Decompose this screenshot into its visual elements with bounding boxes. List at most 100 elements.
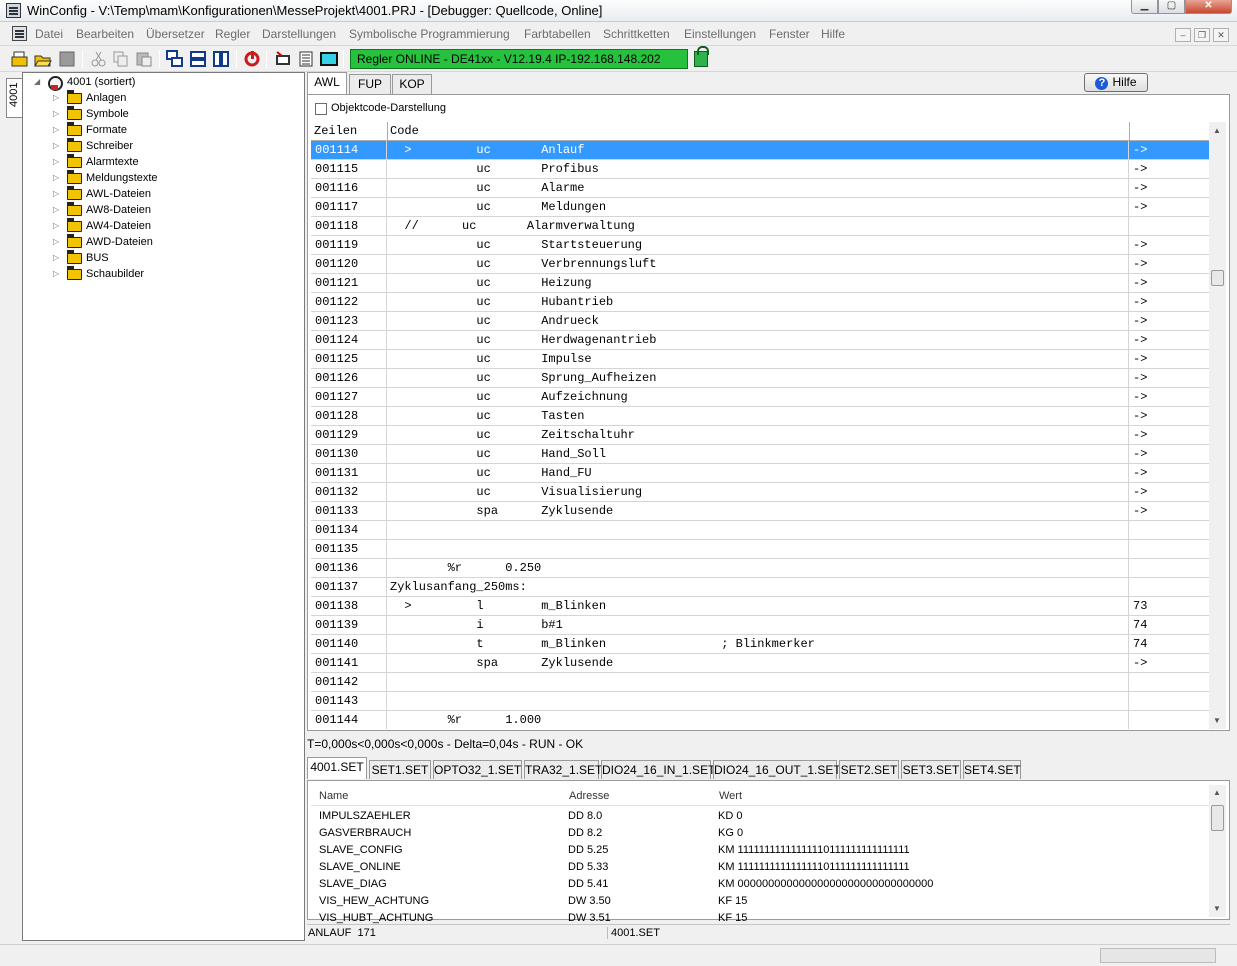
tab-awl[interactable]: AWL	[307, 72, 347, 94]
code-row[interactable]: 001126 uc Sprung_Aufheizen ->	[311, 369, 1209, 388]
expand-arrow-icon[interactable]: ▷	[53, 157, 61, 167]
code-row[interactable]: 001134	[311, 521, 1209, 540]
tab-fup[interactable]: FUP	[349, 74, 391, 94]
expand-arrow-icon[interactable]: ▷	[53, 189, 61, 199]
code-row[interactable]: 001139 i b#1 74	[311, 616, 1209, 635]
tree-item-schreiber[interactable]: ▷ Schreiber	[23, 138, 223, 155]
set-tab-4001-set[interactable]: 4001.SET	[307, 757, 367, 779]
tree-item-aw4-dateien[interactable]: ▷ AW4-Dateien	[23, 218, 223, 235]
code-row[interactable]: 001119 uc Startsteuerung ->	[311, 236, 1209, 255]
tree-item-aw8-dateien[interactable]: ▷ AW8-Dateien	[23, 202, 223, 219]
code-row[interactable]: 001130 uc Hand_Soll ->	[311, 445, 1209, 464]
code-row[interactable]: 001142	[311, 673, 1209, 692]
menu-hilfe[interactable]: Hilfe	[821, 27, 845, 41]
column-header-value[interactable]: Wert	[719, 790, 742, 802]
code-row[interactable]: 001125 uc Impulse ->	[311, 350, 1209, 369]
code-row[interactable]: 001117 uc Meldungen ->	[311, 198, 1209, 217]
set-tab-tra32-1-set[interactable]: TRA32_1.SET	[524, 760, 602, 779]
tile-vertical-icon[interactable]	[212, 50, 230, 68]
expand-arrow-icon[interactable]: ▷	[53, 173, 61, 183]
maximize-button[interactable]: ▢	[1158, 0, 1185, 14]
code-row[interactable]: 001128 uc Tasten ->	[311, 407, 1209, 426]
expand-arrow-icon[interactable]: ▷	[53, 269, 61, 279]
code-row[interactable]: 001121 uc Heizung ->	[311, 274, 1209, 293]
lock-icon[interactable]	[694, 46, 709, 67]
code-row[interactable]: 001129 uc Zeitschaltuhr ->	[311, 426, 1209, 445]
code-row[interactable]: 001132 uc Visualisierung ->	[311, 483, 1209, 502]
tree-item-awl-dateien[interactable]: ▷ AWL-Dateien	[23, 186, 223, 203]
scroll-up-icon[interactable]: ▲	[1213, 788, 1221, 797]
set-table-row[interactable]: IMPULSZAEHLER DD 8.0 KD 0	[319, 810, 1199, 827]
code-row[interactable]: 001124 uc Herdwagenantrieb ->	[311, 331, 1209, 350]
tree-item-schaubilder[interactable]: ▷ Schaubilder	[23, 266, 223, 283]
sidebar-tab-4001[interactable]: 4001	[6, 78, 23, 118]
monitor-icon[interactable]	[274, 50, 292, 68]
tab-kop[interactable]: KOP	[392, 74, 432, 94]
code-row[interactable]: 001135	[311, 540, 1209, 559]
expand-arrow-icon[interactable]: ▷	[53, 93, 61, 103]
scroll-down-icon[interactable]: ▼	[1213, 904, 1221, 913]
code-row[interactable]: 001133 spa Zyklusende ->	[311, 502, 1209, 521]
expand-arrow-icon[interactable]: ▷	[53, 237, 61, 247]
menu-uebersetzer[interactable]: Übersetzer	[146, 27, 205, 41]
copy-icon[interactable]	[112, 50, 130, 68]
list-icon[interactable]	[297, 50, 315, 68]
mdi-minimize-button[interactable]: –	[1175, 28, 1191, 42]
set-tab-set1-set[interactable]: SET1.SET	[369, 760, 431, 779]
code-scrollbar[interactable]: ▲ ▼	[1209, 122, 1226, 729]
set-tab-set2-set[interactable]: SET2.SET	[839, 760, 899, 779]
mdi-close-button[interactable]: ✕	[1213, 28, 1229, 42]
set-table-row[interactable]: SLAVE_CONFIG DD 5.25 KM 111111111111111101…	[319, 844, 1199, 861]
menu-farbtabellen[interactable]: Farbtabellen	[524, 27, 591, 41]
refresh-icon[interactable]	[243, 50, 261, 68]
collapse-arrow-icon[interactable]: ◢	[34, 77, 42, 87]
code-row[interactable]: 001140 t m_Blinken ; Blinkmerker 74	[311, 635, 1209, 654]
set-tab-dio24-16-out-1-set[interactable]: DIO24_16_OUT_1.SET	[713, 760, 841, 779]
scroll-down-icon[interactable]: ▼	[1213, 716, 1221, 725]
save-icon[interactable]	[58, 50, 76, 68]
document-menu-icon[interactable]	[12, 26, 27, 41]
app-icon[interactable]	[6, 3, 21, 18]
column-header-extra[interactable]	[1130, 122, 1209, 141]
menu-regler[interactable]: Regler	[215, 27, 250, 41]
tree-item-bus[interactable]: ▷ BUS	[23, 250, 223, 267]
paste-icon[interactable]	[135, 50, 153, 68]
expand-arrow-icon[interactable]: ▷	[53, 141, 61, 151]
menu-bearbeiten[interactable]: Bearbeiten	[76, 27, 134, 41]
code-row[interactable]: 001120 uc Verbrennungsluft ->	[311, 255, 1209, 274]
expand-arrow-icon[interactable]: ▷	[53, 205, 61, 215]
set-table-row[interactable]: GASVERBRAUCH DD 8.2 KG 0	[319, 827, 1199, 844]
expand-arrow-icon[interactable]: ▷	[53, 221, 61, 231]
tree-item-formate[interactable]: ▷ Formate	[23, 122, 223, 139]
code-row[interactable]: 001136 %r 0.250	[311, 559, 1209, 578]
menu-darstellungen[interactable]: Darstellungen	[262, 27, 336, 41]
code-row[interactable]: 001137 Zyklusanfang_250ms:	[311, 578, 1209, 597]
code-row[interactable]: 001131 uc Hand_FU ->	[311, 464, 1209, 483]
cut-icon[interactable]	[90, 50, 108, 68]
close-button[interactable]: ✕	[1185, 0, 1232, 14]
code-row[interactable]: 001115 uc Profibus ->	[311, 160, 1209, 179]
menu-einstellungen[interactable]: Einstellungen	[684, 27, 756, 41]
new-project-icon[interactable]	[11, 50, 29, 68]
set-table-row[interactable]: SLAVE_DIAG DD 5.41 KM 00000000000000000000…	[319, 878, 1199, 895]
tree-root[interactable]: ◢ 4001 (sortiert)	[23, 75, 303, 91]
screen-icon[interactable]	[320, 50, 338, 68]
column-header-name[interactable]: Name	[319, 790, 348, 802]
expand-arrow-icon[interactable]: ▷	[53, 253, 61, 263]
menu-fenster[interactable]: Fenster	[769, 27, 810, 41]
scroll-thumb[interactable]	[1211, 270, 1224, 286]
set-tab-set4-set[interactable]: SET4.SET	[963, 760, 1021, 779]
menu-symbolische-programmierung[interactable]: Symbolische Programmierung	[349, 27, 510, 41]
code-row[interactable]: 001127 uc Aufzeichnung ->	[311, 388, 1209, 407]
code-row[interactable]: 001116 uc Alarme ->	[311, 179, 1209, 198]
code-row[interactable]: 001138 > l m_Blinken 73	[311, 597, 1209, 616]
objcode-checkbox[interactable]	[315, 103, 327, 115]
column-header-code[interactable]: Code	[388, 122, 1130, 141]
column-header-address[interactable]: Adresse	[569, 790, 609, 802]
minimize-button[interactable]: ▁	[1131, 0, 1158, 14]
open-folder-icon[interactable]	[34, 50, 52, 68]
scroll-up-icon[interactable]: ▲	[1213, 126, 1221, 135]
code-row[interactable]: 001122 uc Hubantrieb ->	[311, 293, 1209, 312]
tree-item-awd-dateien[interactable]: ▷ AWD-Dateien	[23, 234, 223, 251]
code-row[interactable]: 001123 uc Andrueck ->	[311, 312, 1209, 331]
